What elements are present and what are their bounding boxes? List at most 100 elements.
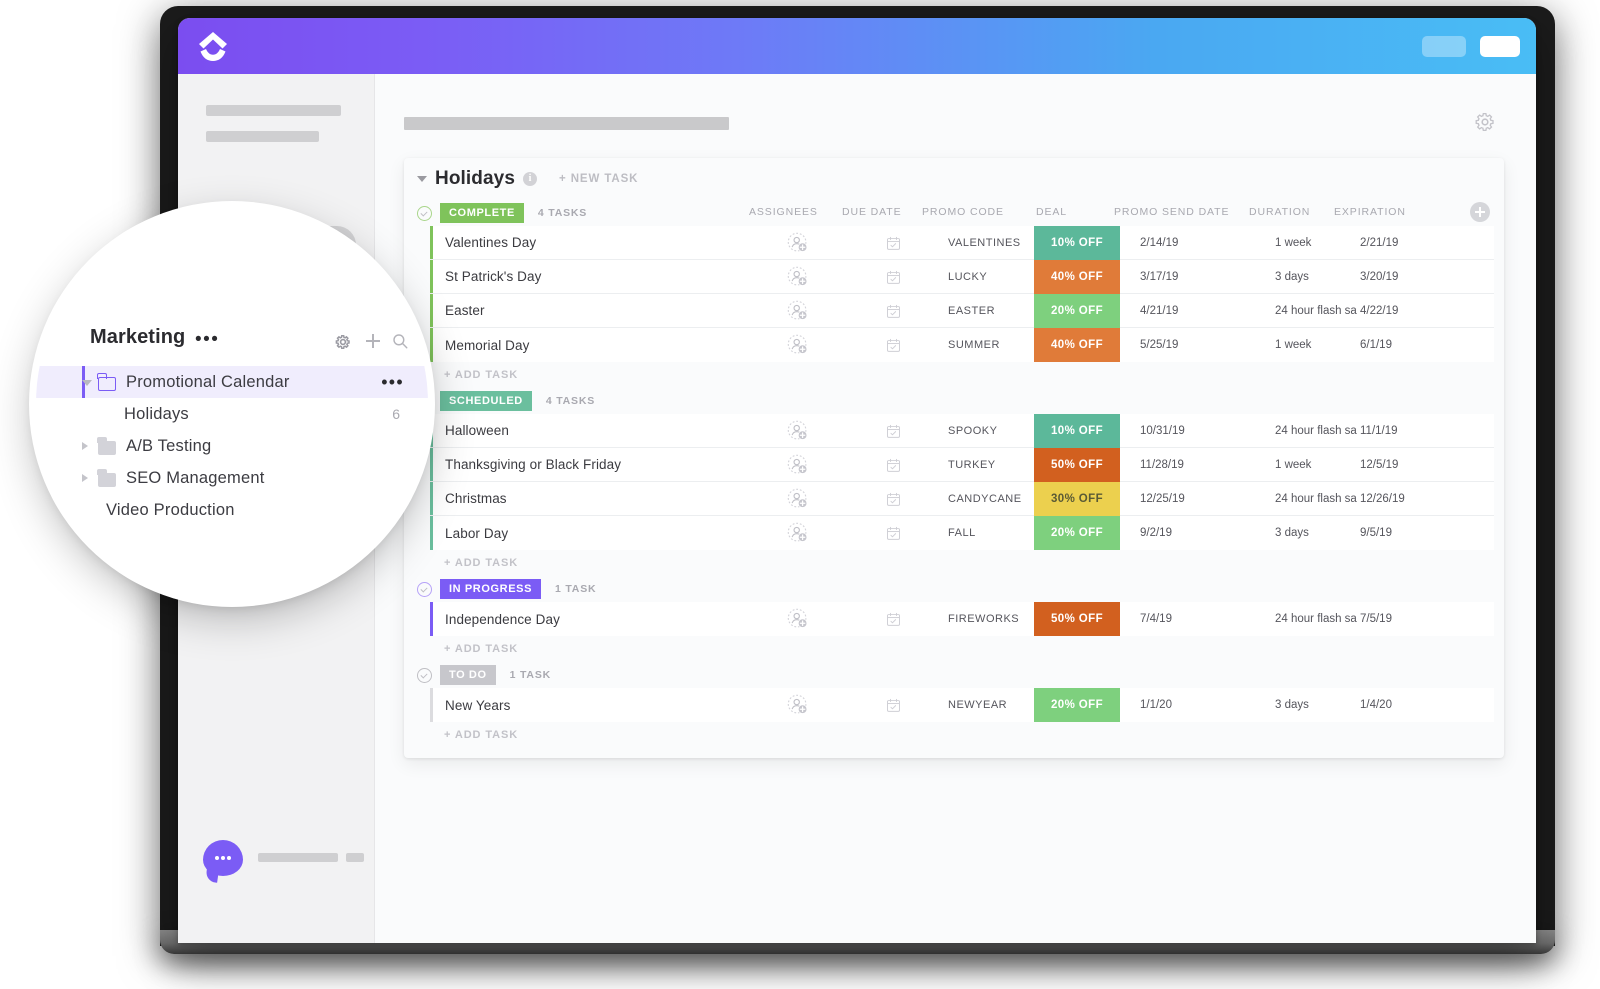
- add-assignee-icon[interactable]: [787, 266, 809, 288]
- task-name[interactable]: St Patrick's Day: [445, 269, 541, 284]
- calendar-icon[interactable]: [886, 236, 901, 251]
- status-badge[interactable]: IN PROGRESS: [440, 579, 542, 599]
- calendar-icon[interactable]: [886, 270, 901, 285]
- table-row[interactable]: Memorial Day SUMMER 40% OFF 5/25/19 1 week 6/…: [430, 328, 1494, 362]
- task-name[interactable]: Thanksgiving or Black Friday: [445, 457, 621, 472]
- calendar-icon[interactable]: [886, 526, 901, 541]
- cell-promo-code[interactable]: LUCKY: [948, 271, 987, 283]
- column-header-promo-code[interactable]: PROMO CODE: [922, 206, 1004, 218]
- add-assignee-icon[interactable]: [787, 522, 809, 544]
- cell-duration[interactable]: 24 hour flash sa: [1275, 613, 1357, 625]
- cell-promo-code[interactable]: SPOOKY: [948, 425, 997, 437]
- cell-deal[interactable]: 40% OFF: [1034, 328, 1120, 362]
- calendar-icon[interactable]: [886, 338, 901, 353]
- task-name[interactable]: Independence Day: [445, 612, 560, 627]
- cell-promo-code[interactable]: SUMMER: [948, 339, 1000, 351]
- add-assignee-icon[interactable]: [787, 488, 809, 510]
- cell-duration[interactable]: 24 hour flash sa: [1275, 425, 1357, 437]
- cell-deal[interactable]: 40% OFF: [1034, 260, 1120, 294]
- cell-duration[interactable]: 24 hour flash sa: [1275, 305, 1357, 317]
- add-assignee-icon[interactable]: [787, 454, 809, 476]
- add-assignee-icon[interactable]: [787, 334, 809, 356]
- cell-duration[interactable]: 24 hour flash sa: [1275, 493, 1357, 505]
- cell-promo-code[interactable]: TURKEY: [948, 459, 996, 471]
- cell-promo-send-date[interactable]: 10/31/19: [1140, 425, 1185, 437]
- cell-promo-code[interactable]: CANDYCANE: [948, 493, 1022, 505]
- cell-promo-code[interactable]: VALENTINES: [948, 237, 1021, 249]
- calendar-icon[interactable]: [886, 304, 901, 319]
- chevron-down-icon[interactable]: [82, 380, 92, 386]
- cell-expiration[interactable]: 9/5/19: [1360, 527, 1392, 539]
- gear-icon[interactable]: [1473, 110, 1497, 134]
- clickup-logo-icon[interactable]: [196, 29, 230, 63]
- add-task-button[interactable]: + ADD TASK: [404, 362, 1504, 388]
- cell-promo-code[interactable]: EASTER: [948, 305, 995, 317]
- cell-expiration[interactable]: 11/1/19: [1360, 425, 1398, 437]
- column-header-promo-send-date[interactable]: PROMO SEND DATE: [1114, 206, 1229, 218]
- add-task-button[interactable]: + ADD TASK: [404, 722, 1504, 748]
- cell-deal[interactable]: 30% OFF: [1034, 482, 1120, 516]
- column-header-assignees[interactable]: ASSIGNEES: [749, 206, 818, 218]
- gear-icon[interactable]: [334, 333, 352, 351]
- add-assignee-icon[interactable]: [787, 232, 809, 254]
- add-assignee-icon[interactable]: [787, 694, 809, 716]
- status-badge[interactable]: SCHEDULED: [440, 391, 532, 411]
- chevron-down-icon[interactable]: [417, 176, 427, 182]
- calendar-icon[interactable]: [886, 424, 901, 439]
- cell-expiration[interactable]: 6/1/19: [1360, 339, 1392, 351]
- search-icon[interactable]: [391, 332, 409, 350]
- cell-expiration[interactable]: 7/5/19: [1360, 613, 1392, 625]
- cell-deal[interactable]: 20% OFF: [1034, 516, 1120, 550]
- cell-promo-send-date[interactable]: 7/4/19: [1140, 613, 1172, 625]
- new-task-button[interactable]: + NEW TASK: [559, 173, 638, 185]
- cell-expiration[interactable]: 2/21/19: [1360, 237, 1398, 249]
- cell-promo-code[interactable]: FIREWORKS: [948, 613, 1019, 625]
- chevron-circle-icon[interactable]: [417, 667, 432, 683]
- sidebar-item-seo-management[interactable]: SEO Management: [36, 462, 428, 494]
- sidebar-item-holidays[interactable]: Holidays 6: [36, 398, 428, 430]
- calendar-icon[interactable]: [886, 612, 901, 627]
- cell-expiration[interactable]: 12/26/19: [1360, 493, 1405, 505]
- sidebar-item-promotional-calendar[interactable]: Promotional Calendar •••: [36, 366, 428, 398]
- cell-promo-send-date[interactable]: 4/21/19: [1140, 305, 1178, 317]
- item-menu-icon[interactable]: •••: [381, 373, 404, 391]
- table-row[interactable]: St Patrick's Day LUCKY 40% OFF 3/17/19 3 day…: [430, 260, 1494, 294]
- chevron-right-icon[interactable]: [82, 474, 88, 482]
- add-assignee-icon[interactable]: [787, 420, 809, 442]
- header-placeholder-button-1[interactable]: [1422, 36, 1466, 57]
- table-row[interactable]: Christmas CANDYCANE 30% OFF 12/25/19 24 hour…: [430, 482, 1494, 516]
- task-name[interactable]: Halloween: [445, 423, 509, 438]
- cell-deal[interactable]: 20% OFF: [1034, 294, 1120, 328]
- cell-duration[interactable]: 3 days: [1275, 699, 1357, 711]
- status-badge[interactable]: TO DO: [440, 665, 496, 685]
- column-header-duration[interactable]: DURATION: [1249, 206, 1310, 218]
- cell-promo-send-date[interactable]: 1/1/20: [1140, 699, 1172, 711]
- task-name[interactable]: Memorial Day: [445, 338, 529, 353]
- info-icon[interactable]: i: [523, 172, 537, 186]
- calendar-icon[interactable]: [886, 492, 901, 507]
- table-row[interactable]: Thanksgiving or Black Friday TURKEY 50% OF…: [430, 448, 1494, 482]
- table-row[interactable]: Valentines Day VALENTINES 10% OFF 2/14/19 1 …: [430, 226, 1494, 260]
- plus-circle-icon[interactable]: [1470, 202, 1490, 222]
- cell-promo-send-date[interactable]: 11/28/19: [1140, 459, 1184, 471]
- add-task-button[interactable]: + ADD TASK: [404, 636, 1504, 662]
- add-task-button[interactable]: + ADD TASK: [404, 550, 1504, 576]
- table-row[interactable]: Labor Day FALL 20% OFF 9/2/19 3 days 9/5/19: [430, 516, 1494, 550]
- cell-promo-send-date[interactable]: 3/17/19: [1140, 271, 1178, 283]
- cell-expiration[interactable]: 12/5/19: [1360, 459, 1398, 471]
- cell-expiration[interactable]: 3/20/19: [1360, 271, 1398, 283]
- cell-promo-code[interactable]: FALL: [948, 527, 976, 539]
- cell-promo-send-date[interactable]: 2/14/19: [1140, 237, 1178, 249]
- add-assignee-icon[interactable]: [787, 300, 809, 322]
- table-row[interactable]: New Years NEWYEAR 20% OFF 1/1/20 3 days 1/4/2…: [430, 688, 1494, 722]
- cell-expiration[interactable]: 4/22/19: [1360, 305, 1398, 317]
- table-row[interactable]: Independence Day FIREWORKS 50% OFF 7/4/19 24…: [430, 602, 1494, 636]
- cell-deal[interactable]: 20% OFF: [1034, 688, 1120, 722]
- column-header-due-date[interactable]: DUE DATE: [842, 206, 902, 218]
- table-row[interactable]: Halloween SPOOKY 10% OFF 10/31/19 24 hour fl…: [430, 414, 1494, 448]
- column-header-expiration[interactable]: EXPIRATION: [1334, 206, 1406, 218]
- cell-promo-send-date[interactable]: 12/25/19: [1140, 493, 1185, 505]
- cell-expiration[interactable]: 1/4/20: [1360, 699, 1392, 711]
- cell-promo-send-date[interactable]: 5/25/19: [1140, 339, 1178, 351]
- add-icon[interactable]: [364, 332, 382, 350]
